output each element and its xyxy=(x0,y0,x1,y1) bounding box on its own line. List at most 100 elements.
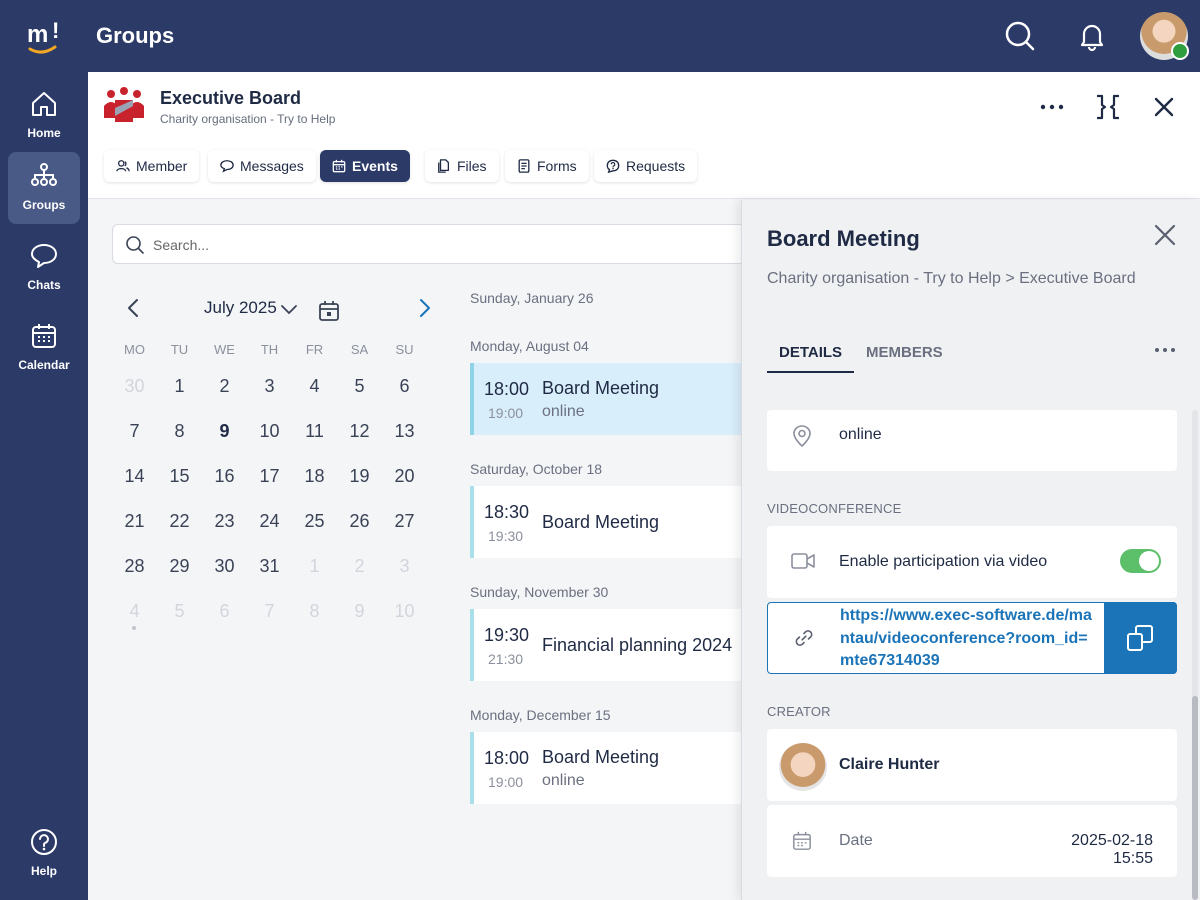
tab-requests[interactable]: Requests xyxy=(594,150,698,182)
tab-files[interactable]: Files xyxy=(425,150,499,182)
app-logo[interactable]: m ! xyxy=(24,16,64,56)
event-detail-panel: Board Meeting Charity organisation - Try… xyxy=(741,200,1200,900)
tab-events[interactable]: Events xyxy=(320,150,410,182)
month-label[interactable]: July 2025 xyxy=(204,298,277,318)
video-toggle-label: Enable participation via video xyxy=(839,553,1048,570)
event-start-time: 18:00 xyxy=(484,748,530,768)
calendar-day[interactable]: 26 xyxy=(337,499,382,544)
today-calendar-icon[interactable] xyxy=(318,300,340,322)
event-card[interactable]: 18:30 19:30 Board Meeting xyxy=(470,486,770,558)
calendar-day[interactable]: 8 xyxy=(157,409,202,454)
calendar-day[interactable]: 30 xyxy=(112,364,157,409)
tab-details[interactable]: DETAILS xyxy=(779,344,842,361)
calendar-day[interactable]: 30 xyxy=(202,544,247,589)
weekday-label: TU xyxy=(170,342,189,357)
calendar-day[interactable]: 2 xyxy=(337,544,382,589)
tab-messages[interactable]: Messages xyxy=(208,150,316,182)
tab-member[interactable]: Member xyxy=(104,150,200,182)
chevron-down-icon[interactable] xyxy=(280,304,298,316)
group-subtitle: Charity organisation - Try to Help xyxy=(160,112,336,126)
search-input[interactable] xyxy=(153,233,733,257)
calendar-day[interactable]: 10 xyxy=(382,589,427,634)
forms-icon xyxy=(518,159,530,173)
more-options-icon[interactable] xyxy=(1037,92,1067,122)
calendar-day[interactable]: 7 xyxy=(112,409,157,454)
calendar-day[interactable]: 1 xyxy=(157,364,202,409)
calendar-day[interactable]: 5 xyxy=(157,589,202,634)
sidebar-item-label: Help xyxy=(30,864,57,878)
close-icon[interactable] xyxy=(1152,222,1178,248)
calendar-day[interactable]: 9 xyxy=(202,409,247,454)
tab-forms[interactable]: Forms xyxy=(505,150,589,182)
calendar-day[interactable]: 7 xyxy=(247,589,292,634)
calendar-day[interactable]: 22 xyxy=(157,499,202,544)
more-options-icon[interactable] xyxy=(1152,340,1178,360)
event-date-header: Monday, August 04 xyxy=(470,338,589,354)
sidebar-item-calendar[interactable]: Calendar xyxy=(8,312,80,384)
sidebar: Home Groups Chats Calendar Help xyxy=(0,72,88,900)
bell-icon[interactable] xyxy=(1076,20,1108,52)
close-icon[interactable] xyxy=(1149,92,1179,122)
calendar-day[interactable]: 13 xyxy=(382,409,427,454)
calendar-day[interactable]: 1 xyxy=(292,544,337,589)
calendar-day[interactable]: 10 xyxy=(247,409,292,454)
home-icon xyxy=(32,92,56,116)
calendar-day[interactable]: 31 xyxy=(247,544,292,589)
event-end-time: 19:30 xyxy=(488,528,524,544)
previous-month-icon[interactable] xyxy=(122,296,146,320)
event-card[interactable]: 19:30 21:30 Financial planning 2024 xyxy=(470,609,770,681)
calendar-day[interactable]: 18 xyxy=(292,454,337,499)
calendar-day[interactable]: 12 xyxy=(337,409,382,454)
calendar-day[interactable]: 11 xyxy=(292,409,337,454)
calendar-day[interactable]: 23 xyxy=(202,499,247,544)
calendar-day[interactable]: 6 xyxy=(202,589,247,634)
files-icon xyxy=(438,159,450,173)
calendar-day[interactable]: 20 xyxy=(382,454,427,499)
calendar-day[interactable]: 14 xyxy=(112,454,157,499)
creator-row[interactable]: Claire Hunter xyxy=(767,729,1177,801)
event-title: Financial planning 2024 xyxy=(542,635,733,655)
group-header: Executive Board Charity organisation - T… xyxy=(88,72,1200,199)
sidebar-item-groups[interactable]: Groups xyxy=(8,152,80,224)
calendar-day[interactable]: 21 xyxy=(112,499,157,544)
calendar-day[interactable]: 28 xyxy=(112,544,157,589)
calendar-day[interactable]: 2 xyxy=(202,364,247,409)
calendar-day[interactable]: 8 xyxy=(292,589,337,634)
event-start-time: 18:00 xyxy=(484,379,530,399)
next-month-icon[interactable] xyxy=(412,296,436,320)
sidebar-item-home[interactable]: Home xyxy=(8,80,80,152)
calendar-day[interactable]: 25 xyxy=(292,499,337,544)
calendar-day[interactable]: 27 xyxy=(382,499,427,544)
group-logo xyxy=(104,87,144,122)
calendar-day[interactable]: 5 xyxy=(337,364,382,409)
tab-members[interactable]: MEMBERS xyxy=(866,344,943,361)
calendar-day[interactable]: 3 xyxy=(382,544,427,589)
weekday-label: MO xyxy=(124,342,145,357)
copy-link-button[interactable] xyxy=(1104,602,1177,674)
video-toggle-switch[interactable] xyxy=(1120,549,1161,573)
copy-icon xyxy=(1127,625,1153,651)
sidebar-item-chats[interactable]: Chats xyxy=(8,232,80,304)
sidebar-item-help[interactable]: Help xyxy=(8,818,80,890)
scrollbar-thumb[interactable] xyxy=(1192,696,1198,900)
event-end-time: 19:00 xyxy=(488,405,524,421)
event-card[interactable]: 18:00 19:00 Board Meeting online xyxy=(470,363,770,435)
event-title: Board Meeting xyxy=(542,378,660,398)
calendar-day[interactable]: 3 xyxy=(247,364,292,409)
search-icon[interactable] xyxy=(1004,20,1036,52)
calendar-day[interactable]: 24 xyxy=(247,499,292,544)
calendar-day[interactable]: 4 xyxy=(292,364,337,409)
calendar-day[interactable]: 15 xyxy=(157,454,202,499)
calendar-day[interactable]: 17 xyxy=(247,454,292,499)
calendar-day[interactable]: 29 xyxy=(157,544,202,589)
weekday-label: TH xyxy=(260,342,279,357)
calendar-day[interactable]: 16 xyxy=(202,454,247,499)
event-card[interactable]: 18:00 19:00 Board Meeting online xyxy=(470,732,770,804)
calendar-day[interactable]: 19 xyxy=(337,454,382,499)
avatar xyxy=(779,743,827,791)
video-toggle-row: Enable participation via video xyxy=(767,526,1177,598)
collapse-icon[interactable] xyxy=(1093,92,1123,122)
calendar-day[interactable]: 9 xyxy=(337,589,382,634)
calendar-day[interactable]: 6 xyxy=(382,364,427,409)
video-conference-link[interactable]: https://www.exec-software.de/mantau/vide… xyxy=(840,605,1100,673)
